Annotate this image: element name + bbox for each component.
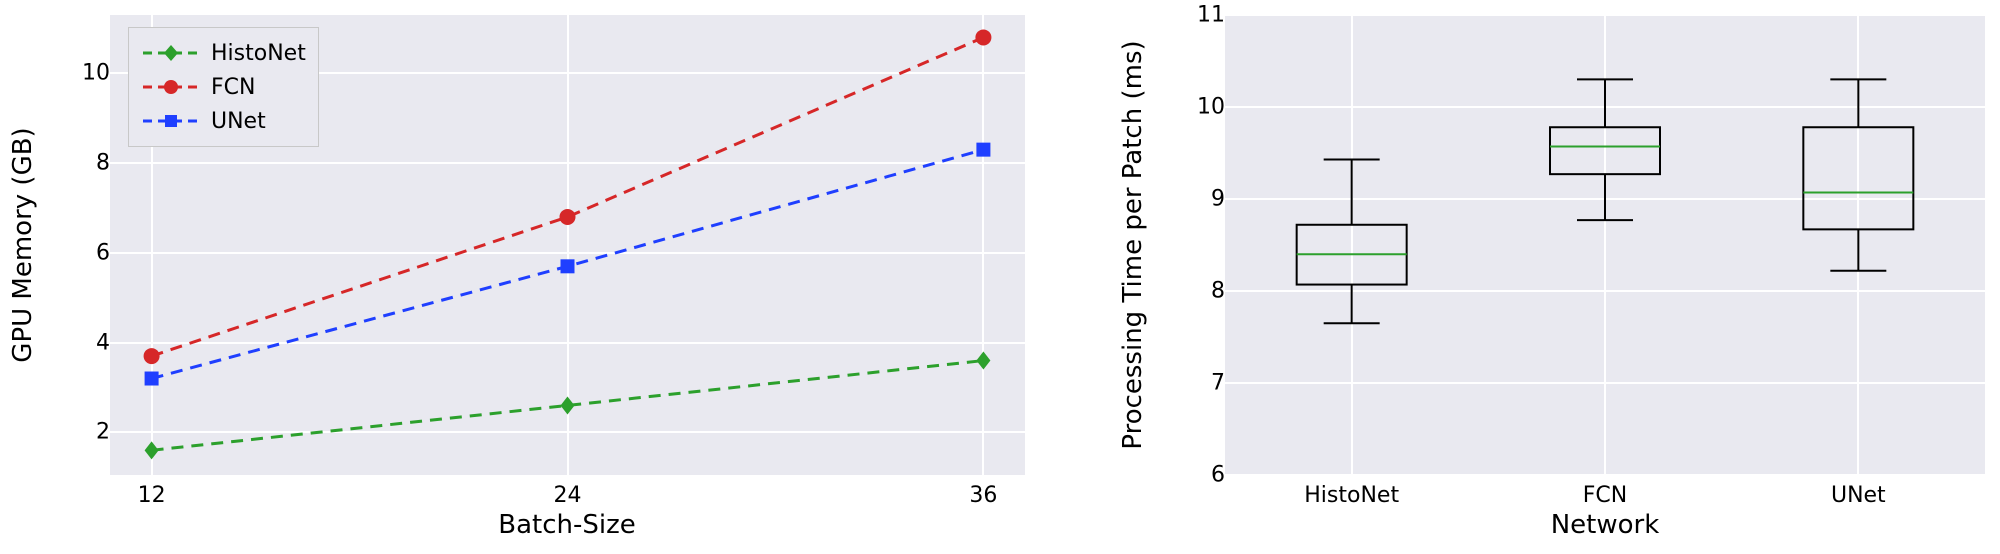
boxplot-ytick: 8: [1211, 279, 1225, 304]
boxplot-xtick: UNet: [1831, 483, 1886, 508]
line-chart-xtick: 24: [554, 483, 582, 508]
boxplot-xlabel: Network: [1551, 510, 1660, 540]
line-chart-ylabel: GPU Memory (GB): [8, 127, 38, 362]
boxplot-xtick: HistoNet: [1304, 483, 1399, 508]
boxplot-ytick: 6: [1211, 463, 1225, 488]
figure: HistoNet FCN: [0, 0, 2000, 554]
legend-label-fcn: FCN: [211, 75, 255, 100]
line-chart-panel: HistoNet FCN: [0, 0, 1070, 554]
boxplot-svg: [1225, 15, 1985, 475]
legend-item-fcn: FCN: [141, 70, 306, 104]
boxplot-panel: Network Processing Time per Patch (ms) H…: [1110, 0, 2000, 554]
legend-item-unet: UNet: [141, 104, 306, 138]
line-chart-ytick: 4: [96, 330, 110, 355]
boxplot-ytick: 10: [1197, 95, 1225, 120]
line-chart-xlabel: Batch-Size: [498, 510, 636, 540]
boxplot-plot-area: [1225, 15, 1985, 475]
legend-swatch-unet: [141, 109, 201, 133]
legend-label-unet: UNet: [211, 109, 266, 134]
line-chart-ytick: 6: [96, 240, 110, 265]
line-chart-plot-area: HistoNet FCN: [110, 15, 1025, 475]
line-chart-xtick: 36: [969, 483, 997, 508]
line-chart-ytick: 8: [96, 151, 110, 176]
line-chart-ytick: 2: [96, 420, 110, 445]
legend-swatch-fcn: [141, 75, 201, 99]
line-chart-ytick: 10: [82, 61, 110, 86]
legend-label-histonet: HistoNet: [211, 41, 306, 66]
line-chart-xtick: 12: [138, 483, 166, 508]
boxplot-xtick: FCN: [1583, 483, 1627, 508]
legend-swatch-histonet: [141, 41, 201, 65]
legend: HistoNet FCN: [128, 27, 319, 147]
legend-item-histonet: HistoNet: [141, 36, 306, 70]
boxplot-ylabel: Processing Time per Patch (ms): [1118, 40, 1148, 449]
boxplot-ytick: 7: [1211, 371, 1225, 396]
boxplot-ytick: 11: [1197, 3, 1225, 28]
boxplot-ytick: 9: [1211, 187, 1225, 212]
